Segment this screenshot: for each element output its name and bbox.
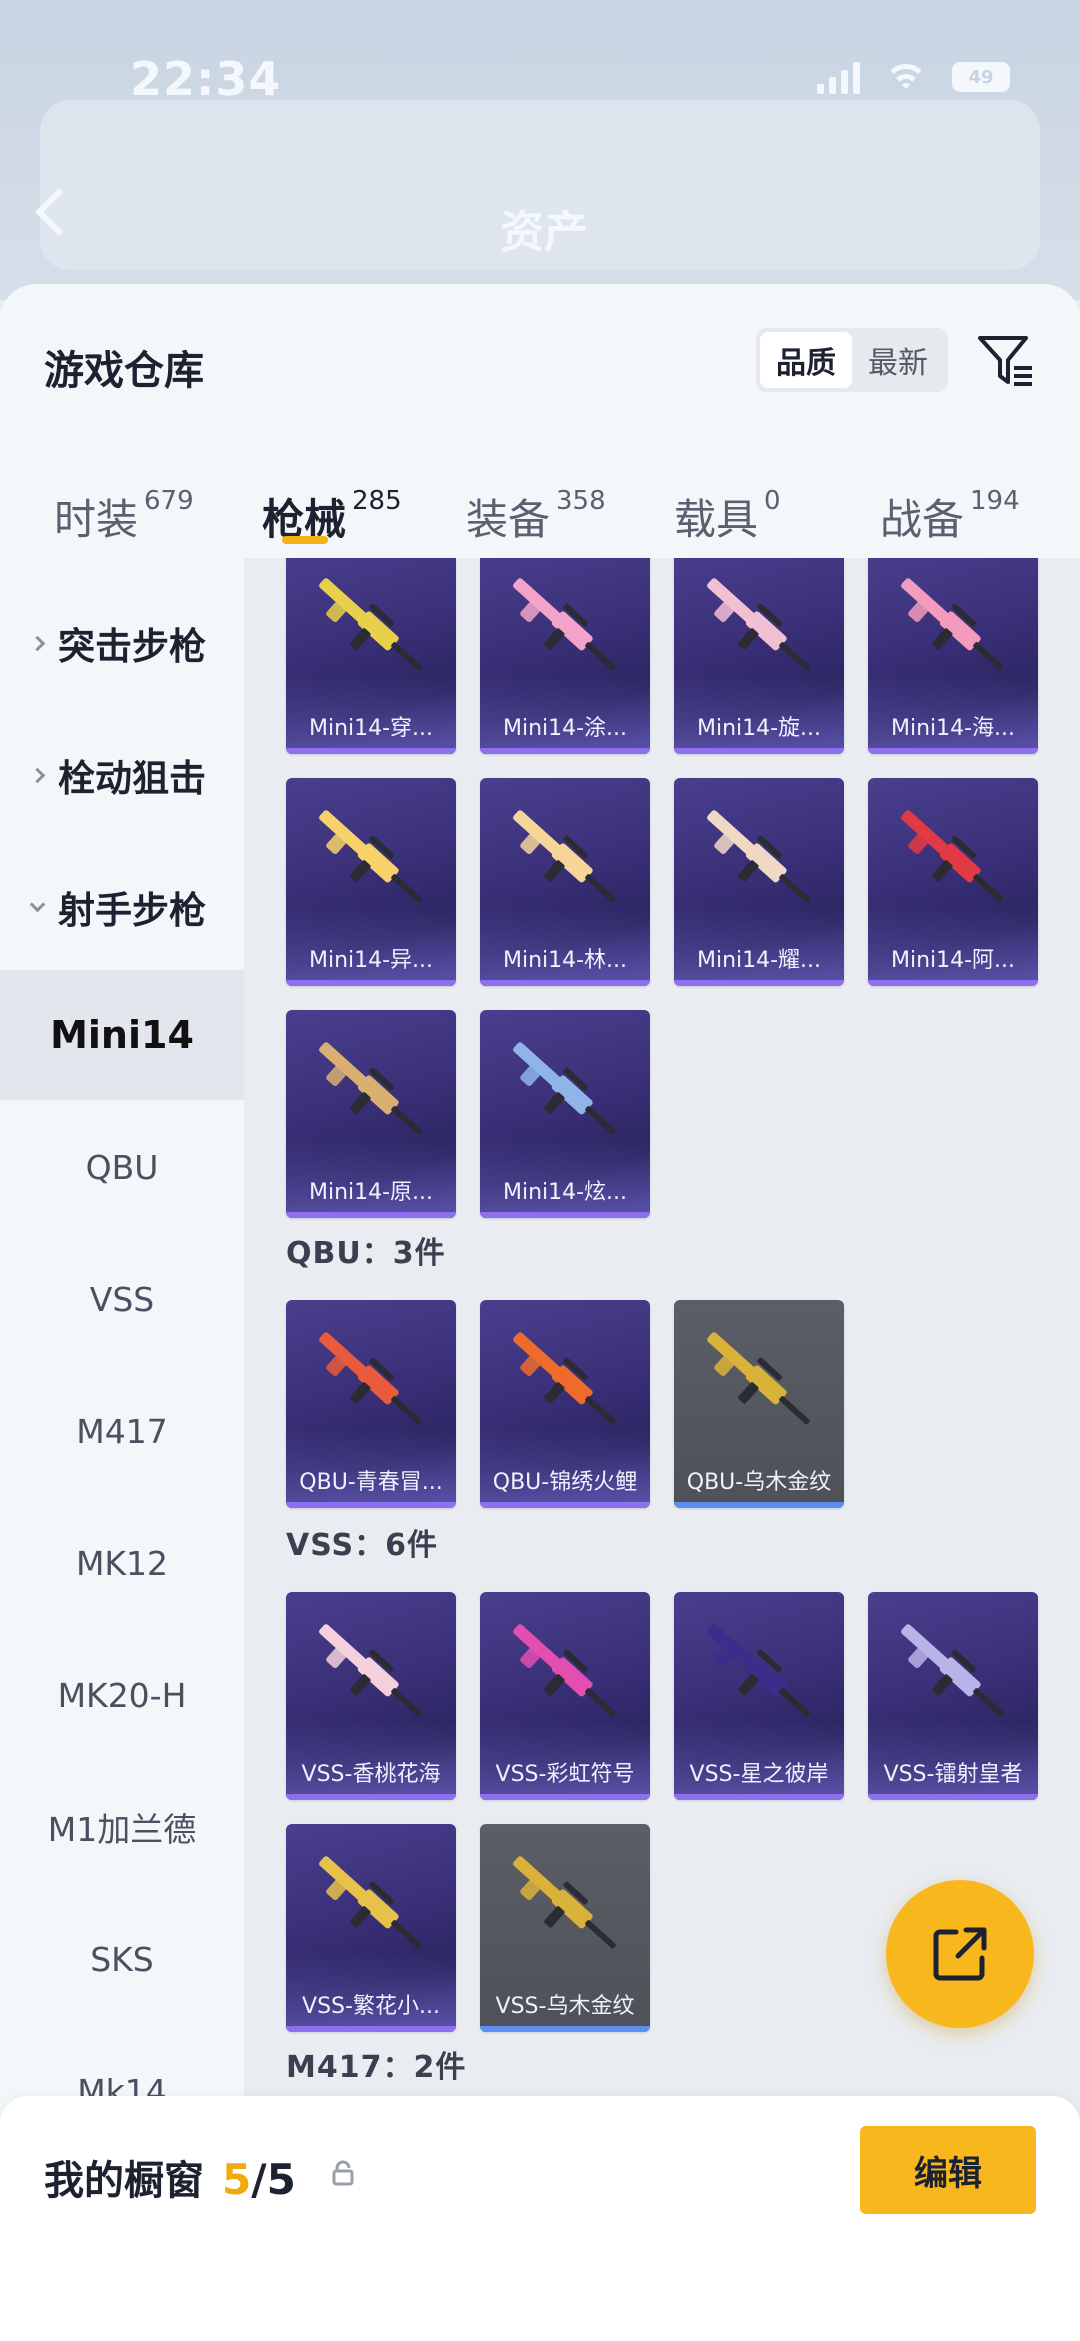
skin-card[interactable]: QBU-锦绣火鲤 bbox=[480, 1300, 650, 1508]
sheet-header: 游戏仓库 品质 最新 bbox=[0, 284, 1080, 414]
wifi-icon bbox=[886, 62, 926, 92]
sidebar-item-vss[interactable]: VSS bbox=[0, 1234, 244, 1364]
filter-icon[interactable] bbox=[976, 332, 1036, 392]
showcase-title: 我的橱窗 bbox=[44, 2158, 204, 2204]
sidebar-group-bolt-snipers[interactable]: 栓动狙击 bbox=[0, 730, 244, 820]
skin-card[interactable]: Mini14-耀... bbox=[674, 778, 844, 986]
warehouse-title: 游戏仓库 bbox=[44, 348, 204, 394]
sidebar-group-marksman-rifles[interactable]: 射手步枪 bbox=[0, 862, 244, 952]
sidebar-group-assault-rifles[interactable]: 突击步枪 bbox=[0, 598, 244, 688]
tab-combat-gear[interactable]: 战备 194 bbox=[880, 486, 1020, 547]
weapon-sidebar: 突击步枪 栓动狙击 射手步枪 Mini14 QBU VSS M417 MK12 … bbox=[0, 558, 244, 2341]
skin-card[interactable]: Mini14-海... bbox=[868, 558, 1038, 754]
active-tab-indicator bbox=[282, 536, 328, 544]
section-label-m417: M417：2件 bbox=[286, 2050, 467, 2085]
sort-newest[interactable]: 最新 bbox=[852, 332, 944, 388]
battery-icon: 49 bbox=[952, 62, 1010, 92]
section-label-qbu: QBU：3件 bbox=[286, 1236, 446, 1271]
sidebar-item-m1-garand[interactable]: M1加兰德 bbox=[0, 1762, 244, 1892]
lock-icon bbox=[332, 2160, 354, 2186]
chevron-right-icon bbox=[20, 758, 54, 792]
top-header: 22:34 49 资产 bbox=[0, 0, 1080, 300]
sidebar-item-m417[interactable]: M417 bbox=[0, 1366, 244, 1496]
status-icons: 49 bbox=[817, 60, 1010, 94]
skin-card[interactable]: VSS-星之彼岸 bbox=[674, 1592, 844, 1800]
sidebar-item-qbu[interactable]: QBU bbox=[0, 1102, 244, 1232]
tab-vehicles[interactable]: 载具 0 bbox=[674, 486, 781, 547]
share-button[interactable] bbox=[886, 1880, 1034, 2028]
skin-card[interactable]: VSS-繁花小... bbox=[286, 1824, 456, 2032]
sidebar-item-mk12[interactable]: MK12 bbox=[0, 1498, 244, 1628]
sort-quality[interactable]: 品质 bbox=[760, 332, 852, 388]
tab-equipment[interactable]: 装备 358 bbox=[466, 486, 606, 547]
header-title: 资产 bbox=[500, 207, 588, 258]
skin-card[interactable]: VSS-乌木金纹 bbox=[480, 1824, 650, 2032]
edit-button[interactable]: 编辑 bbox=[860, 2126, 1036, 2214]
skin-card[interactable]: Mini14-穿... bbox=[286, 558, 456, 754]
skin-card[interactable]: VSS-镭射皇者 bbox=[868, 1592, 1038, 1800]
skin-card[interactable]: Mini14-异... bbox=[286, 778, 456, 986]
share-icon bbox=[933, 1927, 987, 1981]
skin-card[interactable]: QBU-乌木金纹 bbox=[674, 1300, 844, 1508]
sort-toggle: 品质 最新 bbox=[756, 328, 948, 392]
skin-card[interactable]: Mini14-原... bbox=[286, 1010, 456, 1218]
skin-grid: Mini14-穿... Mini14-涂... Mini14-旋... Mini… bbox=[244, 558, 1080, 2341]
section-label-vss: VSS：6件 bbox=[286, 1528, 438, 1563]
warehouse-sheet: 游戏仓库 品质 最新 时装 679 枪械 285 装备 358 载具 0 战备 1 bbox=[0, 284, 1080, 2341]
showcase-bar: 我的橱窗 5/5 编辑 bbox=[0, 2096, 1080, 2341]
showcase-title-group: 我的橱窗 5/5 bbox=[44, 2148, 296, 2206]
sidebar-item-mini14[interactable]: Mini14 bbox=[0, 970, 244, 1100]
sidebar-item-sks[interactable]: SKS bbox=[0, 1894, 244, 2024]
chevron-down-icon bbox=[20, 890, 54, 924]
showcase-count: 5/5 bbox=[222, 2155, 296, 2204]
skin-card[interactable]: VSS-香桃花海 bbox=[286, 1592, 456, 1800]
skin-card[interactable]: QBU-青春冒... bbox=[286, 1300, 456, 1508]
tab-fashion[interactable]: 时装 679 bbox=[54, 486, 194, 547]
skin-card[interactable]: Mini14-炫... bbox=[480, 1010, 650, 1218]
skin-card[interactable]: Mini14-旋... bbox=[674, 558, 844, 754]
skin-card[interactable]: VSS-彩虹符号 bbox=[480, 1592, 650, 1800]
category-tabs: 时装 679 枪械 285 装备 358 载具 0 战备 194 bbox=[0, 456, 1080, 556]
sidebar-item-mk20h[interactable]: MK20-H bbox=[0, 1630, 244, 1760]
status-time: 22:34 bbox=[130, 52, 282, 106]
skin-card[interactable]: Mini14-阿... bbox=[868, 778, 1038, 986]
signal-icon bbox=[817, 60, 860, 94]
skin-card[interactable]: Mini14-林... bbox=[480, 778, 650, 986]
skin-card[interactable]: Mini14-涂... bbox=[480, 558, 650, 754]
chevron-right-icon bbox=[20, 626, 54, 660]
